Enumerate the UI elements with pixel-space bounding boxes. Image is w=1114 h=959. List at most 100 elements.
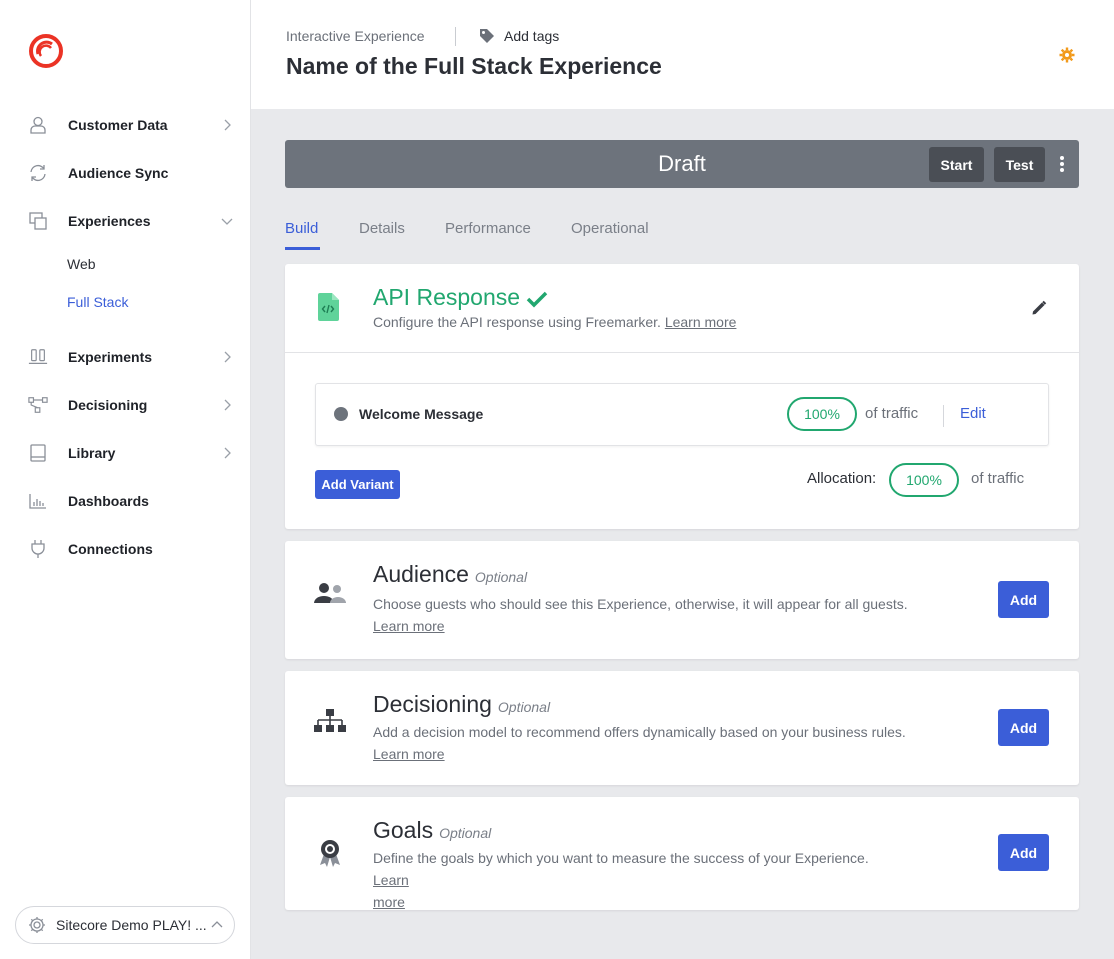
allocation-label: Allocation: [807,470,877,487]
api-response-title: API Response [373,284,521,310]
audience-title: Audience [373,561,469,587]
user-icon [28,115,48,135]
learn-more-link[interactable]: Learn more [373,618,445,634]
audience-description: Choose guests who should see this Experi… [373,596,908,612]
page-title: Name of the Full Stack Experience [286,53,662,79]
variant-edit-link[interactable]: Edit [960,405,986,422]
optional-label: Optional [474,569,528,585]
more-options-icon[interactable] [1059,155,1065,173]
api-response-description: Configure the API response using Freemar… [373,314,661,330]
chevron-down-icon [220,214,234,228]
card-title: Goals Optional [373,817,491,844]
api-response-card: API Response Configure the API response … [285,264,1079,529]
organization-switcher[interactable]: Sitecore Demo PLAY! ... [15,906,235,944]
experiments-icon [28,347,48,367]
audience-card: Audience Optional Choose guests who shoul… [285,541,1079,659]
card-title: API Response [373,284,548,311]
experience-status-bar: Draft Start Test [285,140,1079,188]
goals-description: Define the goals by which you want to me… [373,850,869,866]
sidebar-item-experiences[interactable]: Experiences [0,201,250,241]
organization-name: Sitecore Demo PLAY! ... [56,917,207,933]
optional-label: Optional [497,699,551,715]
active-tab-indicator [285,247,320,250]
card-description: Choose guests who should see this Experi… [373,593,933,637]
tab-build[interactable]: Build [285,220,318,237]
add-goals-button[interactable]: Add [998,834,1049,871]
connections-icon [28,539,48,559]
sidebar-item-label: Dashboards [68,493,149,509]
edit-pencil-icon[interactable] [1031,300,1047,316]
sidebar-item-label: Library [68,445,116,461]
variant-traffic-label: of traffic [865,405,919,422]
sidebar-item-label: Customer Data [68,117,168,133]
decisioning-icon [28,395,48,415]
library-icon [28,443,48,463]
chevron-right-icon [220,398,234,412]
tag-icon[interactable] [479,28,495,44]
sidebar-item-dashboards[interactable]: Dashboards [0,481,250,521]
dashboards-icon [28,491,48,511]
sync-icon [28,163,48,183]
tab-performance[interactable]: Performance [445,220,531,237]
decisioning-description: Add a decision model to recommend offers… [373,724,906,740]
code-file-icon [315,292,349,326]
learn-more-link[interactable]: Learn more [665,314,737,330]
learn-more-link-continued[interactable]: more [373,894,405,910]
sidebar-item-customer-data[interactable]: Customer Data [0,105,250,145]
card-title: Decisioning Optional [373,691,550,718]
sidebar-item-library[interactable]: Library [0,433,250,473]
add-decisioning-button[interactable]: Add [998,709,1049,746]
test-button[interactable]: Test [994,147,1045,182]
variant-name: Welcome Message [359,406,484,422]
sidebar: Customer Data Audience Sync Experiences … [0,0,251,959]
chevron-right-icon [220,350,234,364]
tab-details[interactable]: Details [359,220,405,237]
variant-status-dot [334,407,348,421]
tab-operational[interactable]: Operational [571,220,649,237]
start-button[interactable]: Start [929,147,984,182]
sidebar-item-decisioning[interactable]: Decisioning [0,385,250,425]
sidebar-item-label: Experiments [68,349,153,365]
check-icon [526,291,548,308]
allocation-traffic-label: of traffic [971,470,1025,487]
chevron-right-icon [220,118,234,132]
decisioning-title: Decisioning [373,691,492,717]
learn-more-link[interactable]: Learn [373,872,409,888]
page-header: Interactive Experience Add tags Name of … [251,0,1114,109]
card-description: Configure the API response using Freemar… [373,311,736,333]
experiences-icon [28,211,48,231]
card-divider [285,352,1079,353]
optional-label: Optional [439,825,492,841]
sidebar-item-experiments[interactable]: Experiments [0,337,250,377]
decisioning-card: Decisioning Optional Add a decision model… [285,671,1079,785]
chevron-up-icon [210,918,224,932]
audience-users-icon [313,581,347,615]
card-title: Audience Optional [373,561,527,588]
sidebar-item-label: Experiences [68,213,151,229]
learn-more-link[interactable]: Learn more [373,746,445,762]
settings-gear-icon[interactable] [1059,47,1075,63]
goals-card: Goals Optional Define the goals by which … [285,797,1079,910]
sitecore-logo-icon[interactable] [29,34,63,68]
chevron-right-icon [220,446,234,460]
sidebar-subitem-web[interactable]: Web [67,256,96,272]
variant-traffic-pill: 100% [787,397,857,431]
goals-title: Goals [373,817,434,843]
sidebar-subitem-full-stack[interactable]: Full Stack [67,294,128,310]
add-tags-link[interactable]: Add tags [504,28,559,44]
sidebar-item-label: Decisioning [68,397,148,413]
add-audience-button[interactable]: Add [998,581,1049,618]
variant-row: Welcome Message 100% of traffic Edit [315,383,1049,446]
decision-tree-icon [313,709,347,743]
header-divider [455,27,456,46]
award-ribbon-icon [318,839,352,873]
sidebar-item-audience-sync[interactable]: Audience Sync [0,153,250,193]
add-variant-button[interactable]: Add Variant [315,470,400,499]
sidebar-item-connections[interactable]: Connections [0,529,250,569]
gear-icon [28,916,46,934]
sidebar-item-label: Connections [68,541,153,557]
sidebar-item-label: Audience Sync [68,165,169,181]
card-description: Add a decision model to recommend offers… [373,721,933,765]
allocation-pill: 100% [889,463,959,497]
card-description: Define the goals by which you want to me… [373,847,893,913]
